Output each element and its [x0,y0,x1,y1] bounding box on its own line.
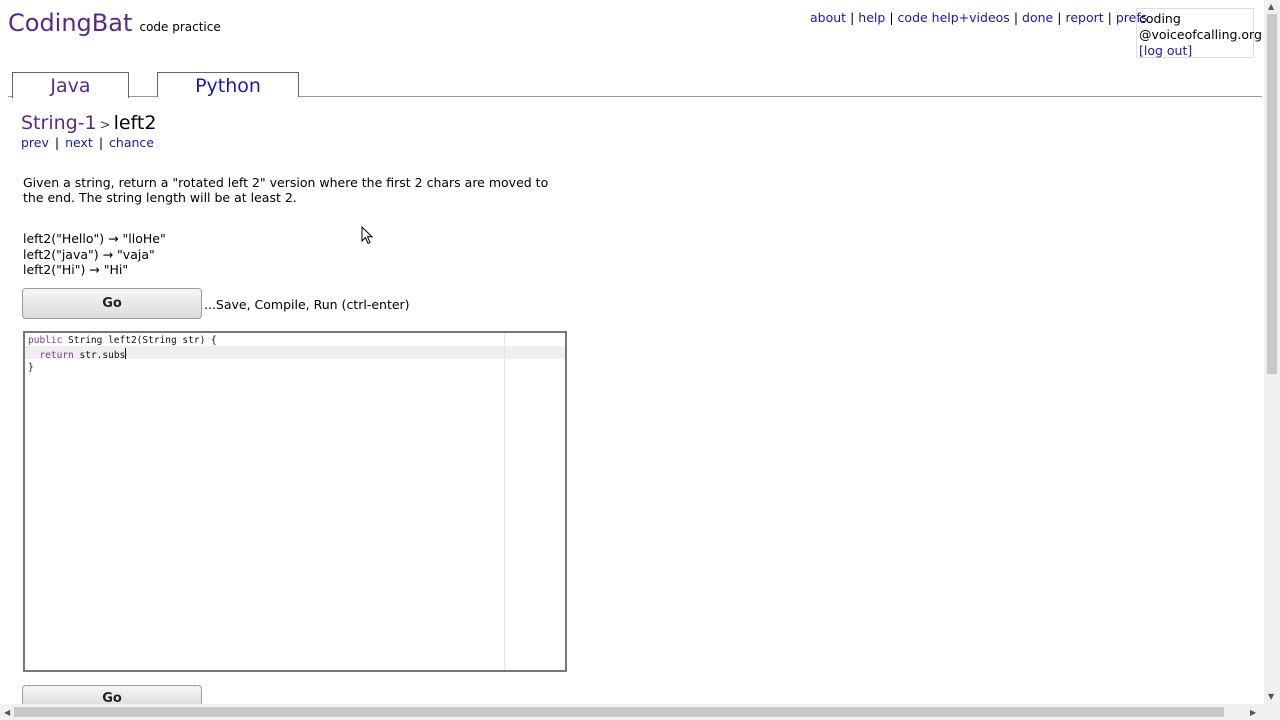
page-title: left2 [113,112,157,134]
nav-about[interactable]: about [810,10,846,25]
top-nav: about | help | code help+videos | done | report |… [810,10,1147,25]
nav-separator: | [850,10,855,25]
code-editor[interactable]: public String left2(String str) { return… [23,331,567,672]
nav-done[interactable]: done [1022,10,1053,25]
text-cursor [125,347,127,359]
print-margin [504,333,505,670]
horizontal-scroll-thumb[interactable] [14,707,1224,717]
nav-separator: | [1107,10,1112,25]
code-keyword: public [28,335,63,346]
examples: left2("Hello") → "lloHe" left2("java") →… [23,231,166,278]
vertical-scrollbar[interactable]: ▲ ▼ [1264,0,1280,704]
breadcrumb: String-1 > left2 [21,112,156,134]
prev-link[interactable]: prev [21,135,49,150]
nav-report[interactable]: report [1065,10,1103,25]
scroll-up-icon[interactable]: ▲ [1268,2,1274,11]
horizontal-scrollbar[interactable]: ◀ ▶ [0,704,1264,720]
tab-python[interactable]: Python [157,72,299,97]
mouse-pointer-icon [361,226,374,245]
scroll-left-icon[interactable]: ◀ [4,708,10,717]
scroll-right-icon[interactable]: ▶ [1250,708,1256,717]
next-link[interactable]: next [65,135,93,150]
nav-separator: | [1057,10,1062,25]
logo[interactable]: CodingBat code practice [8,9,221,37]
nav-separator: | [1013,10,1019,25]
problem-description: Given a string, return a "rotated left 2… [23,175,549,205]
scroll-down-icon[interactable]: ▼ [1268,692,1274,701]
vertical-scroll-thumb[interactable] [1267,14,1277,374]
nav-help[interactable]: help [858,10,885,25]
problem-nav: prev | next | chance [21,135,154,150]
tab-java[interactable]: Java [12,72,129,98]
go-button[interactable]: Go [22,288,202,319]
breadcrumb-separator: > [99,118,111,133]
code-keyword: return [39,349,74,361]
user-box: coding @voiceofcalling.org [log out] [1136,8,1262,58]
example-line: left2("java") → "vaja" [23,246,155,262]
go-hint: ...Save, Compile, Run (ctrl-enter) [204,297,410,312]
nav-code-help-videos[interactable]: code help+videos [898,10,1010,25]
code-text-line: String left2(String str) { [62,335,217,346]
example-line: left2("Hi") → "Hi" [23,262,129,277]
code-text-line: } [28,362,34,373]
breadcrumb-parent[interactable]: String-1 [21,112,97,134]
chance-link[interactable]: chance [109,135,154,150]
scrollbar-corner [1264,704,1280,720]
logout-link[interactable]: [log out] [1139,43,1192,58]
code-text[interactable]: public String left2(String str) { return… [28,335,217,375]
user-name: coding [1139,11,1181,26]
nav-separator: | [54,135,60,150]
tagline: code practice [139,20,221,34]
example-line: left2("Hello") → "lloHe" [23,231,166,246]
code-text-line: str.subs [73,349,126,361]
logo-text[interactable]: CodingBat [8,9,132,37]
nav-separator: | [889,10,894,25]
user-domain: @voiceofcalling.org [1139,27,1262,42]
nav-separator: | [98,135,104,150]
